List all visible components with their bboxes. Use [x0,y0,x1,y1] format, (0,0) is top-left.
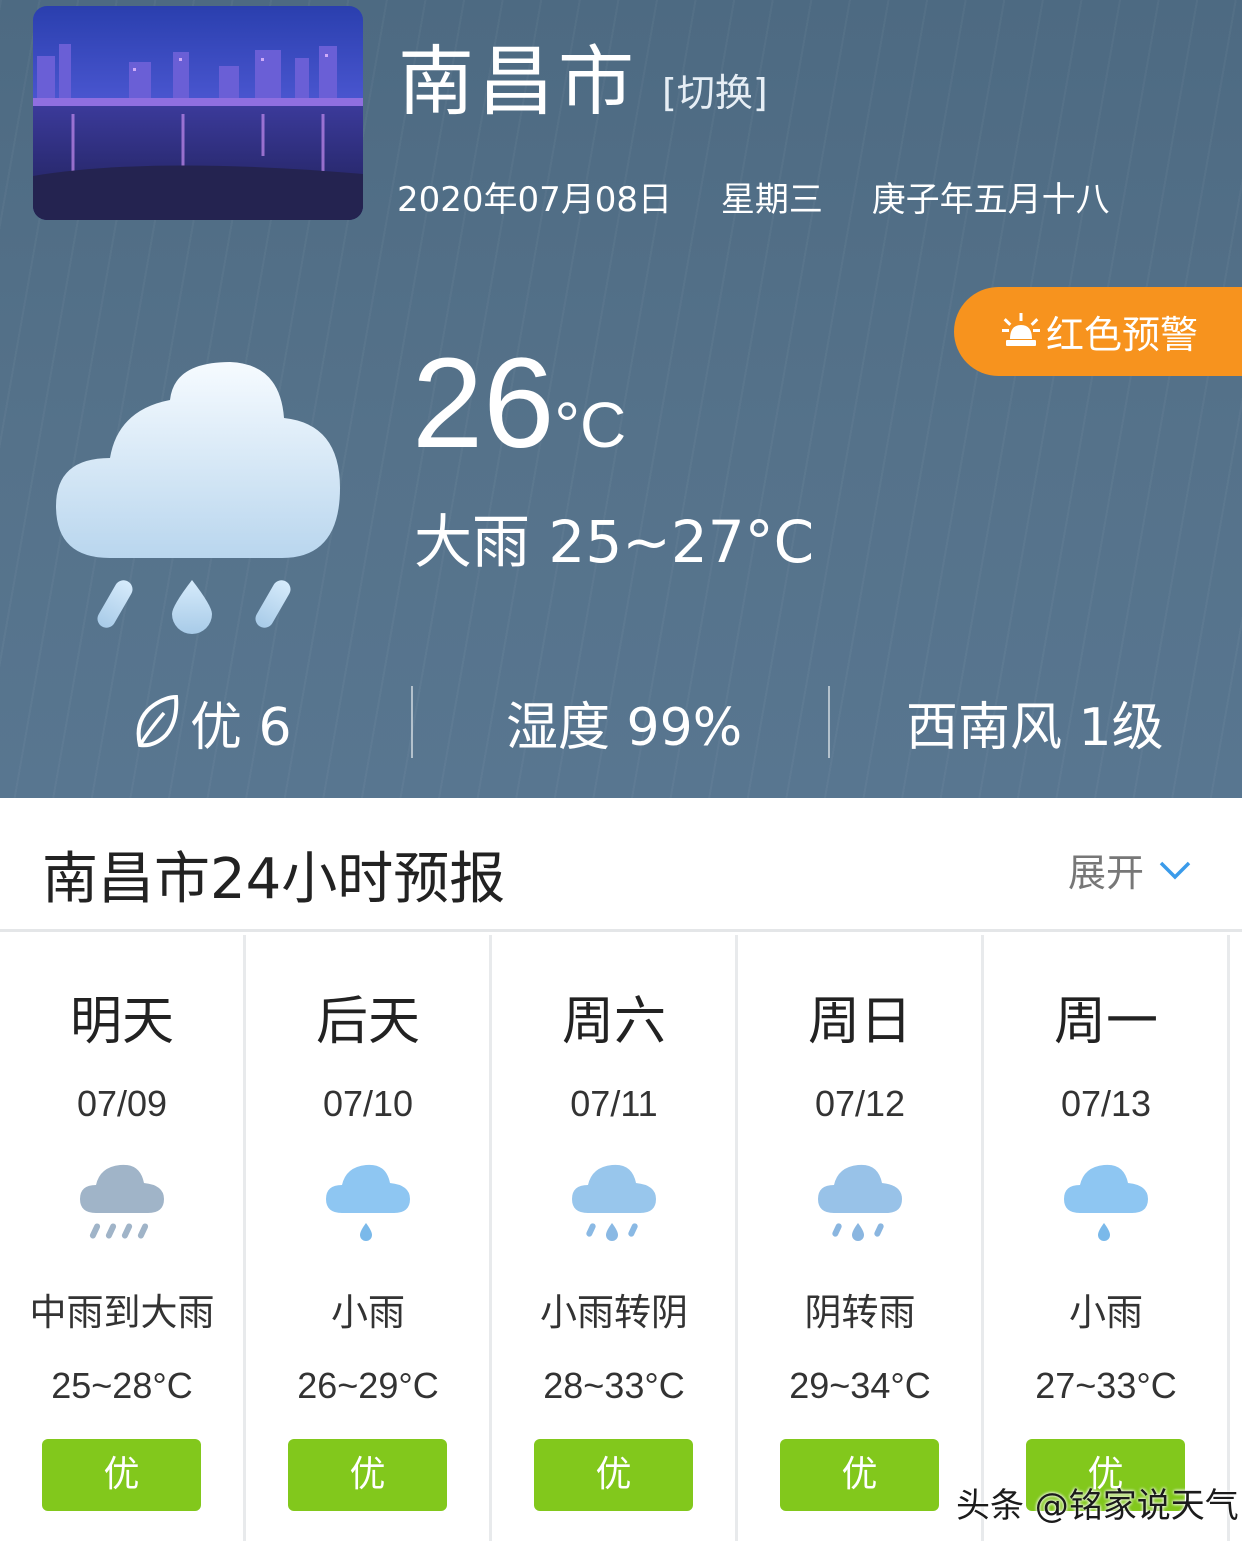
day-temperature-range: 26~29°C [297,1365,439,1406]
aqi-badge: 优 [288,1439,447,1511]
day-description: 中雨到大雨 [29,1291,215,1334]
temperature-unit: °C [554,389,627,461]
air-quality-stat[interactable]: 优 6 [132,680,292,764]
stats-row: 优 6 湿度 99% 西南风 1级 [0,680,1242,764]
forecast-day[interactable]: 后天 07/10 小雨 26~29°C 优 [246,935,492,1541]
expand-button[interactable]: 展开 [1068,842,1192,897]
day-description: 阴转雨 [804,1291,916,1334]
day-name: 周日 [807,992,912,1052]
day-temperature-range: 25~28°C [51,1365,193,1406]
day-date: 07/09 [76,1083,168,1124]
current-condition: 大雨 25~27°C [414,508,815,576]
alert-label: 红色预警 [1046,313,1199,357]
current-weather-panel: 南昌市 [切换] 2020年07月08日 星期三 庚子年五月十八 红色预警 26… [0,0,1242,798]
solar-date: 2020年07月08日 [397,180,673,220]
forecast-day[interactable]: 周一 07/13 小雨 27~33°C 优 [984,935,1230,1541]
moderate-to-heavy-rain-icon [80,1164,164,1239]
expand-label: 展开 [1068,851,1145,895]
aqi-badge: 优 [534,1439,693,1511]
city-name: 南昌市 [398,37,638,126]
day-date: 07/11 [570,1083,658,1124]
date-line: 2020年07月08日 星期三 庚子年五月十八 [397,172,1148,221]
stats-divider [411,686,413,758]
heavy-rain-cloud-icon [56,362,340,634]
day-date: 07/13 [1060,1083,1152,1124]
weekday: 星期三 [720,180,823,220]
watermark: 头条 @铭家说天气 [956,1486,1239,1526]
leaf-icon [136,694,179,748]
red-alert-badge[interactable]: 红色预警 [954,287,1242,376]
light-rain-icon [326,1164,410,1241]
forecast-title: 南昌市24小时预报 [42,847,506,912]
forecast-day[interactable]: 周日 07/12 阴转雨 29~34°C 优 [738,935,984,1541]
rain-icon [818,1164,902,1241]
day-temperature-range: 28~33°C [543,1365,685,1406]
humidity-stat: 湿度 99% [506,697,743,758]
day-name: 后天 [315,992,420,1052]
day-temperature-range: 29~34°C [789,1365,931,1406]
forecast-day[interactable]: 周六 07/11 小雨转阴 28~33°C 优 [492,935,738,1541]
day-name: 周六 [561,992,666,1052]
switch-city-link[interactable]: [切换] [662,62,768,117]
stats-divider [828,686,830,758]
aqi-badge: 优 [42,1439,201,1511]
chevron-down-icon [1159,861,1191,879]
day-name: 周一 [1053,992,1158,1052]
day-description: 小雨转阴 [540,1291,688,1334]
aqi-badge: 优 [780,1439,939,1511]
lunar-date: 庚子年五月十八 [871,180,1110,220]
wind-stat: 西南风 1级 [906,697,1164,758]
forecast-day[interactable]: 明天 07/09 中雨到大雨 25~28°C 优 [0,935,246,1541]
day-date: 07/12 [814,1083,906,1124]
day-date: 07/10 [322,1083,414,1124]
forecast-days: 明天 07/09 中雨到大雨 25~28°C 优 后天 07/10 小雨 26~… [0,935,1242,1541]
city-photo [33,6,363,220]
alarm-light-icon [1002,312,1040,346]
light-rain-icon [572,1164,656,1241]
temperature-value: 26 [412,332,555,475]
aqi-value: 优 6 [190,697,292,758]
day-description: 小雨 [331,1291,405,1334]
day-description: 小雨 [1069,1291,1143,1334]
current-temperature: 26°C [412,330,626,477]
day-temperature-range: 27~33°C [1035,1365,1177,1406]
day-name: 明天 [69,992,174,1052]
light-rain-icon [1064,1164,1148,1241]
